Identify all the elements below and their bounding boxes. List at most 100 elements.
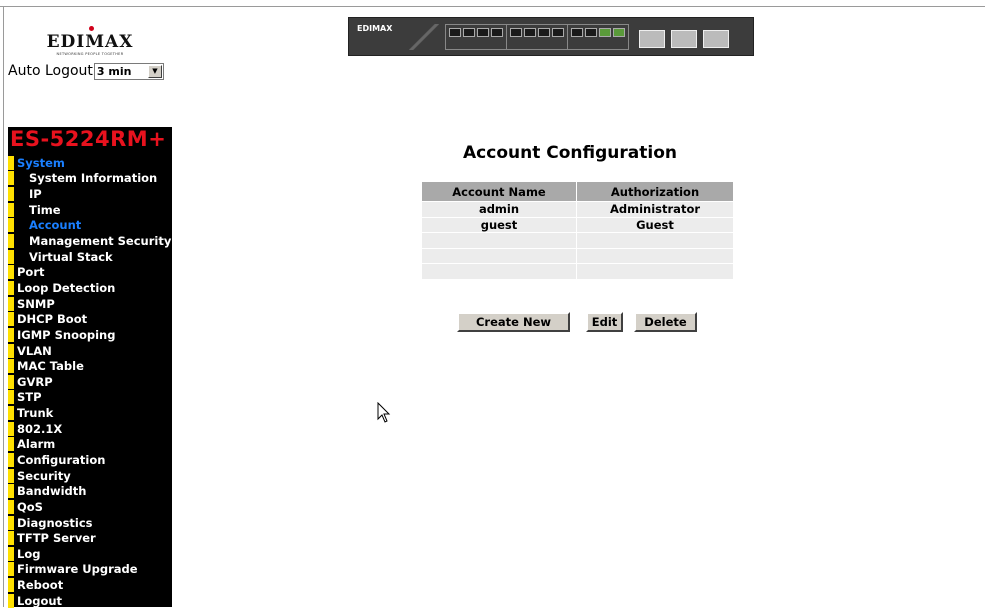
sidebar-item-label: IP (29, 187, 42, 202)
sidebar-item-label: MAC Table (17, 359, 84, 374)
nav-marker-icon (8, 312, 14, 327)
sidebar-item-label: Virtual Stack (29, 249, 113, 264)
delete-button[interactable]: Delete (634, 312, 697, 332)
cell-authorization (576, 263, 734, 280)
table-row[interactable] (421, 232, 734, 249)
sidebar-item-label: Bandwidth (17, 484, 87, 499)
sidebar-item-stp[interactable]: STP (8, 390, 172, 406)
nav-marker-icon (8, 390, 14, 405)
cell-authorization (576, 232, 734, 249)
sidebar-item-label: Configuration (17, 452, 106, 467)
sidebar-item-tftp-server[interactable]: TFTP Server (8, 530, 172, 546)
sidebar-item-virtual-stack[interactable]: Virtual Stack (8, 249, 172, 265)
sfp-slot-1 (639, 30, 665, 48)
sidebar-item-bandwidth[interactable]: Bandwidth (8, 483, 172, 499)
cell-account-name: guest (421, 216, 577, 233)
cell-account-name (421, 263, 577, 280)
logo-tagline: NETWORKING PEOPLE TOGETHER (56, 52, 124, 56)
table-row[interactable] (421, 263, 734, 280)
sidebar-item-security[interactable]: Security (8, 468, 172, 484)
port-group-2 (506, 24, 568, 50)
sidebar-item-label: QoS (17, 499, 43, 514)
sidebar-item-label: Trunk (17, 406, 54, 421)
sidebar-item-label: Reboot (17, 578, 64, 593)
table-row[interactable] (421, 247, 734, 264)
nav-marker-icon (8, 484, 14, 499)
port-group-3 (567, 24, 629, 50)
switch-front-panel-image: EDIMAX (348, 17, 754, 56)
nav-marker-icon (8, 593, 14, 608)
table-row[interactable]: guest Guest (421, 216, 734, 233)
auto-logout-select[interactable]: 3 min ▼ (93, 62, 164, 80)
cell-account-name (421, 232, 577, 249)
auto-logout-value: 3 min (96, 64, 132, 78)
sidebar-item-trunk[interactable]: Trunk (8, 405, 172, 421)
sidebar-item-label: Time (29, 202, 61, 217)
sidebar-item-label: IGMP Snooping (17, 327, 116, 342)
sidebar-item-label: 802.1X (17, 421, 63, 436)
sidebar-item-label: GVRP (17, 374, 53, 389)
nav-marker-icon (8, 187, 14, 202)
cell-authorization (576, 247, 734, 264)
device-model: ES-5224RM+ (10, 127, 167, 151)
sidebar-item-qos[interactable]: QoS (8, 499, 172, 515)
nav-marker-icon (8, 327, 14, 342)
sidebar-item-logout[interactable]: Logout (8, 593, 172, 609)
sidebar-item-label: Management Security (29, 234, 172, 249)
sidebar-item-label: Firmware Upgrade (17, 562, 138, 577)
edit-button[interactable]: Edit (586, 312, 623, 332)
column-header-account-name: Account Name (421, 181, 577, 202)
sidebar-item-dhcp-boot[interactable]: DHCP Boot (8, 311, 172, 327)
sidebar-item-ip[interactable]: IP (8, 186, 172, 202)
nav-marker-icon (8, 155, 14, 170)
nav-marker-icon (8, 499, 14, 514)
sidebar-item-system-information[interactable]: System Information (8, 171, 172, 187)
sidebar-item-label: TFTP Server (17, 531, 96, 546)
edimax-logo: EDIMAX NETWORKING PEOPLE TOGETHER (40, 26, 140, 56)
nav-marker-icon (8, 296, 14, 311)
sidebar-item-802-1x[interactable]: 802.1X (8, 421, 172, 437)
sidebar-item-log[interactable]: Log (8, 546, 172, 562)
cell-account-name (421, 247, 577, 264)
sidebar: ES-5224RM+ System System Information IP Tim… (8, 127, 172, 609)
port-group-1 (445, 24, 507, 50)
nav-marker-icon (8, 249, 14, 264)
sidebar-item-snmp[interactable]: SNMP (8, 296, 172, 312)
nav-marker-icon (8, 171, 14, 186)
page-title: Account Configuration (463, 143, 677, 163)
sidebar-item-system[interactable]: System (8, 155, 172, 171)
sidebar-item-label: System Information (29, 171, 158, 186)
sidebar-item-time[interactable]: Time (8, 202, 172, 218)
cell-account-name: admin (421, 201, 577, 218)
table-row[interactable]: admin Administrator (421, 201, 734, 218)
sidebar-item-vlan[interactable]: VLAN (8, 343, 172, 359)
sidebar-item-label: Log (17, 546, 41, 561)
create-new-button[interactable]: Create New (457, 312, 570, 332)
sidebar-item-management-security[interactable]: Management Security (8, 233, 172, 249)
sidebar-item-alarm[interactable]: Alarm (8, 437, 172, 453)
nav-marker-icon (8, 218, 14, 233)
nav-marker-icon (8, 359, 14, 374)
sidebar-item-port[interactable]: Port (8, 264, 172, 280)
table-header-row: Account Name Authorization (421, 181, 734, 202)
sidebar-item-reboot[interactable]: Reboot (8, 577, 172, 593)
sidebar-item-account[interactable]: Account (8, 218, 172, 234)
nav-marker-icon (8, 234, 14, 249)
nav-marker-icon (8, 515, 14, 530)
nav-marker-icon (8, 280, 14, 295)
auto-logout-label: Auto Logout (8, 63, 93, 79)
nav-marker-icon (8, 546, 14, 561)
sidebar-item-label: STP (17, 390, 42, 405)
sidebar-item-gvrp[interactable]: GVRP (8, 374, 172, 390)
column-header-authorization: Authorization (576, 181, 734, 202)
sidebar-item-firmware-upgrade[interactable]: Firmware Upgrade (8, 562, 172, 578)
chevron-down-icon[interactable]: ▼ (147, 64, 162, 78)
sidebar-item-loop-detection[interactable]: Loop Detection (8, 280, 172, 296)
sidebar-item-mac-table[interactable]: MAC Table (8, 358, 172, 374)
sidebar-item-label: Loop Detection (17, 280, 116, 295)
sidebar-item-diagnostics[interactable]: Diagnostics (8, 515, 172, 531)
sidebar-item-configuration[interactable]: Configuration (8, 452, 172, 468)
cell-authorization: Guest (576, 216, 734, 233)
nav-marker-icon (8, 562, 14, 577)
sidebar-item-igmp-snooping[interactable]: IGMP Snooping (8, 327, 172, 343)
